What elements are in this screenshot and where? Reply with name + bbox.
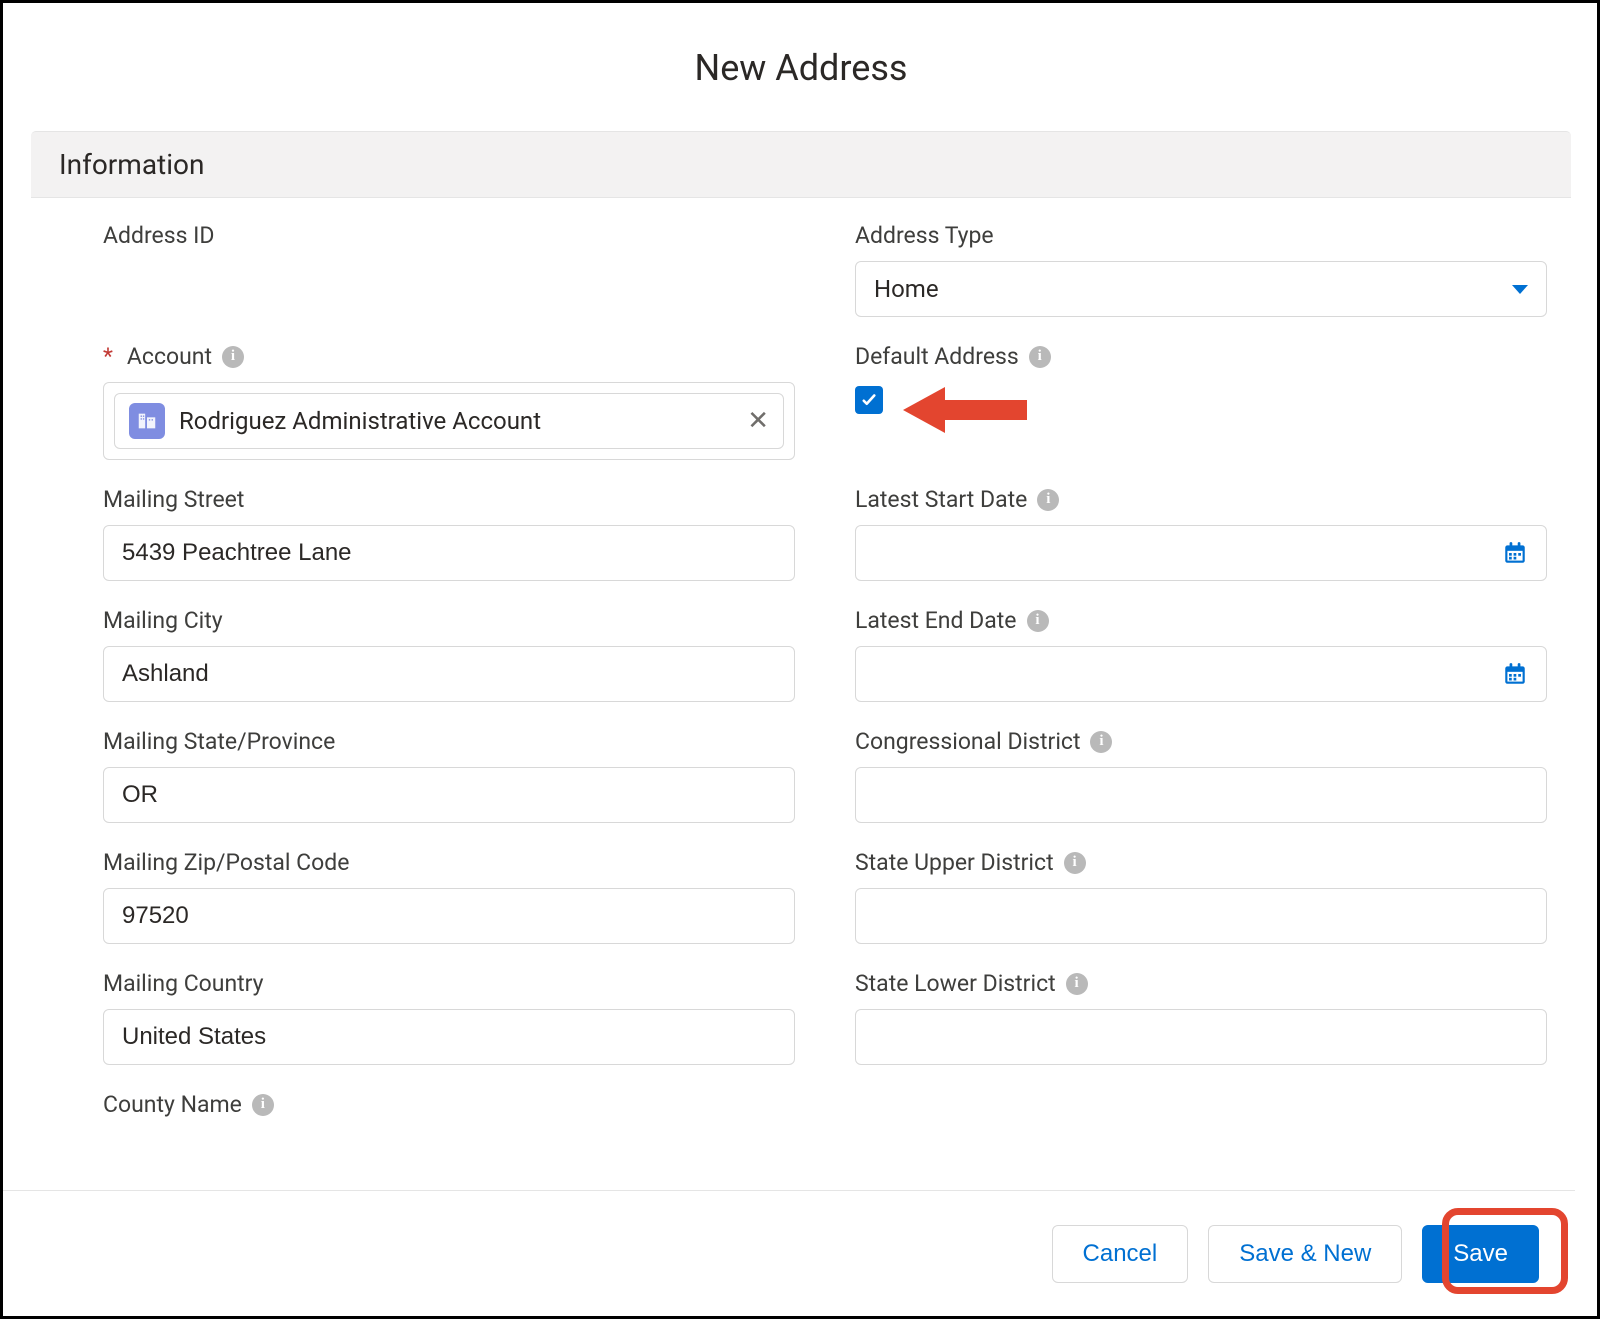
info-icon[interactable] [1066,973,1088,995]
label-default-address: Default Address [855,343,1547,370]
modal-title: New Address [3,3,1599,131]
account-pill: Rodriguez Administrative Account ✕ [114,393,784,449]
mailing-city-input[interactable] [103,646,795,702]
modal-scroll[interactable]: New Address Information Address ID Addre… [3,3,1599,1193]
label-congressional-district: Congressional District [855,728,1547,755]
info-icon[interactable] [222,346,244,368]
label-address-type: Address Type [855,222,1547,249]
state-lower-district-input[interactable] [855,1009,1547,1065]
info-icon[interactable] [1029,346,1051,368]
form-body: Address ID Address Type Home [3,222,1599,1130]
annotation-arrow [895,385,1035,435]
account-lookup[interactable]: Rodriguez Administrative Account ✕ [103,382,795,460]
address-type-select[interactable]: Home [855,261,1547,317]
label-mailing-zip: Mailing Zip/Postal Code [103,849,795,876]
mailing-country-input[interactable] [103,1009,795,1065]
label-latest-end-date: Latest End Date [855,607,1547,634]
mailing-zip-input[interactable] [103,888,795,944]
chevron-down-icon [1512,285,1528,294]
save-and-new-button[interactable]: Save & New [1208,1225,1402,1283]
label-state-lower-district: State Lower District [855,970,1547,997]
info-icon[interactable] [1027,610,1049,632]
info-icon[interactable] [1090,731,1112,753]
label-county-name: County Name [103,1091,795,1118]
modal-frame: New Address Information Address ID Addre… [0,0,1600,1319]
close-icon[interactable]: ✕ [747,408,769,434]
label-account: * Account [103,343,795,370]
congressional-district-input[interactable] [855,767,1547,823]
label-address-id: Address ID [103,222,795,249]
account-name: Rodriguez Administrative Account [179,407,733,435]
default-address-checkbox[interactable] [855,386,883,414]
cancel-button[interactable]: Cancel [1052,1225,1189,1283]
calendar-icon[interactable] [1502,540,1528,566]
info-icon[interactable] [1064,852,1086,874]
account-icon [129,403,165,439]
required-star: * [103,343,113,370]
latest-start-date-input[interactable] [855,525,1547,581]
modal-footer: Cancel Save & New Save [3,1190,1575,1316]
label-mailing-city: Mailing City [103,607,795,634]
address-type-value: Home [874,275,939,303]
state-upper-district-input[interactable] [855,888,1547,944]
info-icon[interactable] [1037,489,1059,511]
label-state-upper-district: State Upper District [855,849,1547,876]
save-button[interactable]: Save [1422,1225,1539,1283]
info-icon[interactable] [252,1094,274,1116]
value-address-id [103,261,795,317]
calendar-icon[interactable] [1502,661,1528,687]
label-mailing-street: Mailing Street [103,486,795,513]
section-header-information: Information [31,131,1571,198]
mailing-state-input[interactable] [103,767,795,823]
latest-end-date-input[interactable] [855,646,1547,702]
mailing-street-input[interactable] [103,525,795,581]
label-mailing-state: Mailing State/Province [103,728,795,755]
label-latest-start-date: Latest Start Date [855,486,1547,513]
label-mailing-country: Mailing Country [103,970,795,997]
